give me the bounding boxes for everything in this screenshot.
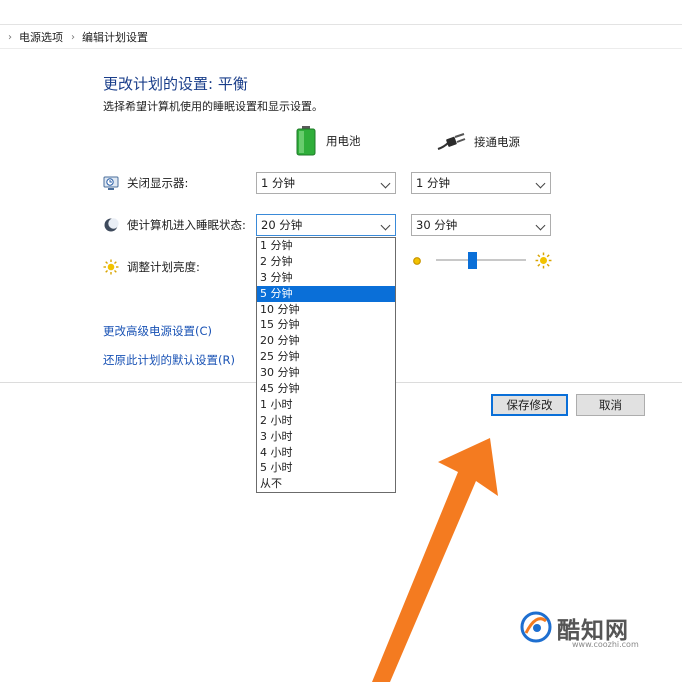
coozhi-logo-icon [520,611,552,643]
dropdown-option[interactable]: 2 小时 [257,413,395,429]
watermark-url: www.coozhi.com [572,640,639,649]
sleep-plugged-select[interactable]: 30 分钟 [411,214,551,236]
dim-sun-icon [412,255,422,265]
display-off-battery-select[interactable]: 1 分钟 [256,172,396,194]
select-value: 1 分钟 [416,176,450,190]
page-subtitle: 选择希望计算机使用的睡眠设置和显示设置。 [103,100,323,113]
breadcrumb-item-edit-plan[interactable]: 编辑计划设置 [82,29,148,45]
chevron-down-icon [380,220,391,231]
sleep-battery-select[interactable]: 20 分钟 [256,214,396,236]
column-header-plugged: 接通电源 [436,133,520,151]
moon-icon [103,217,119,233]
chevron-down-icon [535,220,546,231]
page-title: 更改计划的设置: 平衡 [103,75,248,93]
dropdown-option[interactable]: 30 分钟 [257,365,395,381]
row-sleep: 使计算机进入睡眠状态: [103,217,246,233]
row-display-off: 关闭显示器: [103,175,188,191]
breadcrumb-separator-icon: › [8,31,12,43]
battery-icon [296,126,316,156]
window-top-bar [0,0,682,25]
monitor-clock-icon [103,175,119,191]
dropdown-option[interactable]: 1 分钟 [257,238,395,254]
dropdown-option[interactable]: 25 分钟 [257,349,395,365]
breadcrumb-item-power-options[interactable]: 电源选项 [19,29,63,45]
brightness-slider-thumb[interactable] [467,252,477,269]
row-label-display-off: 关闭显示器: [127,176,189,190]
breadcrumb: › 电源选项 › 编辑计划设置 [0,28,148,46]
sun-icon [103,259,119,275]
select-value: 1 分钟 [261,176,295,190]
select-value: 20 分钟 [261,218,303,232]
power-plug-icon [437,133,466,150]
row-label-brightness: 调整计划亮度: [127,260,200,274]
bright-sun-icon [535,252,552,269]
dropdown-option[interactable]: 10 分钟 [257,302,395,318]
advanced-power-settings-link[interactable]: 更改高级电源设置(C) [103,323,212,339]
brightness-slider-track[interactable] [436,259,526,261]
row-label-sleep: 使计算机进入睡眠状态: [127,218,246,232]
dropdown-option[interactable]: 15 分钟 [257,317,395,333]
dropdown-option[interactable]: 5 分钟 [257,285,395,302]
chevron-down-icon [535,178,546,189]
save-changes-button[interactable]: 保存修改 [491,394,568,416]
column-label-battery: 用电池 [326,134,361,148]
select-value: 30 分钟 [416,218,458,232]
dropdown-option[interactable]: 45 分钟 [257,381,395,397]
dropdown-option[interactable]: 1 小时 [257,397,395,413]
display-off-plugged-select[interactable]: 1 分钟 [411,172,551,194]
breadcrumb-separator-icon: › [71,31,75,43]
chevron-down-icon [380,178,391,189]
dropdown-option[interactable]: 3 分钟 [257,270,395,286]
column-label-plugged: 接通电源 [474,135,520,149]
breadcrumb-divider [0,48,682,49]
dropdown-option[interactable]: 20 分钟 [257,333,395,349]
column-header-battery: 用电池 [296,126,361,156]
cancel-button[interactable]: 取消 [576,394,645,416]
orange-arrow-annotation [372,438,498,682]
dropdown-option[interactable]: 2 分钟 [257,254,395,270]
row-brightness: 调整计划亮度: [103,259,200,275]
restore-defaults-link[interactable]: 还原此计划的默认设置(R) [103,352,235,368]
